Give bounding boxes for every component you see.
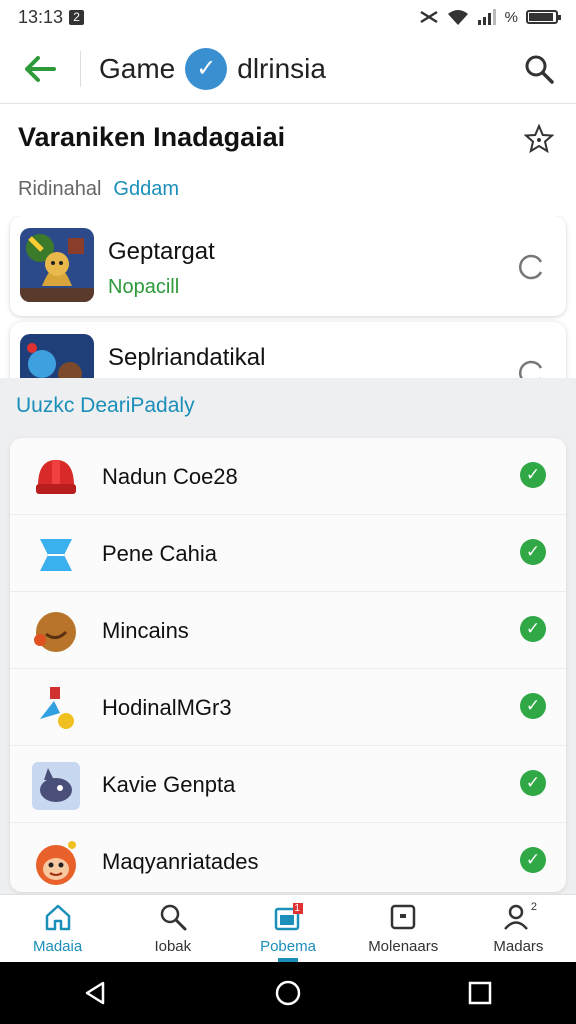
- search-button[interactable]: [522, 52, 556, 86]
- character-icon: [40, 687, 74, 729]
- status-bar: 13:13 2 %: [0, 0, 576, 34]
- system-recents-icon[interactable]: [465, 978, 495, 1008]
- check-icon: ✓: [520, 770, 546, 796]
- nav-label: Madars: [493, 938, 544, 955]
- list-section: Uuzkc DeariPadaly Nadun Coe28 ✓ Pene Cah…: [0, 378, 576, 894]
- list-item-label: Maqyanriatades: [102, 849, 259, 874]
- back-button[interactable]: [0, 34, 80, 104]
- subtabs: Ridinahal Gddam: [18, 178, 179, 201]
- list-item[interactable]: Mincains ✓: [10, 592, 566, 669]
- list-item-label: Pene Cahia: [102, 541, 217, 566]
- game-art-icon: [20, 228, 94, 302]
- game-thumbnail: [20, 334, 94, 378]
- nav-item-profile[interactable]: 2 Madars: [461, 895, 576, 962]
- game-list: Nadun Coe28 ✓ Pene Cahia ✓ Mincains ✓ Ho…: [10, 438, 566, 892]
- nav-label: Madaia: [33, 938, 83, 955]
- system-nav-bar: [0, 962, 576, 1024]
- check-icon: ✓: [520, 693, 546, 719]
- list-item-label: HodinalMGr3: [102, 695, 232, 720]
- system-home-icon[interactable]: [273, 978, 303, 1008]
- subtab-1[interactable]: Ridinahal: [18, 178, 101, 201]
- status-left: 13:13 2: [18, 6, 85, 28]
- search-icon: [525, 55, 554, 84]
- game-thumbnail: [20, 228, 94, 302]
- list-item[interactable]: Nadun Coe28 ✓: [10, 438, 566, 515]
- monkey-icon: [36, 841, 76, 885]
- user-icon: [504, 904, 529, 930]
- verified-check-icon: ✓: [185, 47, 228, 90]
- check-icon: ✓: [520, 616, 546, 642]
- list-item[interactable]: Pene Cahia ✓: [10, 515, 566, 592]
- title-left: Game: [99, 52, 176, 84]
- cookie-face-icon: [34, 612, 76, 652]
- game-card[interactable]: Geptargat Nopacill: [10, 216, 566, 316]
- nav-item-search[interactable]: Iobak: [115, 895, 230, 962]
- card-title: Geptargat: [108, 238, 215, 265]
- featured-cards: Geptargat Nopacill Seplriandatikal: [0, 216, 576, 378]
- nav-item-library[interactable]: Molenaars: [346, 895, 461, 962]
- list-item-label: Kavie Genpta: [102, 772, 236, 797]
- section-title: Varaniken Inadagaiai: [18, 122, 286, 152]
- game-art-icon: [20, 334, 94, 378]
- section-header: Varaniken Inadagaiai Ridinahal Gddam: [0, 104, 576, 216]
- app-bar: Game ✓ dlrinsia: [0, 34, 576, 104]
- nav-item-home[interactable]: Madaia: [0, 895, 115, 962]
- game-card[interactable]: Seplriandatikal: [10, 322, 566, 378]
- check-icon: ✓: [520, 847, 546, 873]
- card-subtitle: Nopacill: [108, 276, 180, 298]
- user-badge: 2: [530, 901, 537, 913]
- loading-icon: [516, 252, 546, 282]
- list-item-label: Mincains: [102, 618, 189, 643]
- signal-icon: [477, 9, 496, 25]
- check-icon: ✓: [520, 539, 546, 565]
- square-dot-icon: [390, 904, 416, 930]
- subtab-2[interactable]: Gddam: [113, 178, 179, 201]
- battery-icon: [526, 10, 561, 24]
- nav-label: Pobema: [260, 938, 316, 955]
- title-right: dlrinsia: [237, 52, 326, 84]
- arrow-left-icon: [25, 55, 56, 82]
- status-time: 13:13: [18, 6, 64, 27]
- page-title: Game ✓ dlrinsia: [99, 47, 326, 90]
- nav-label: Iobak: [154, 938, 192, 955]
- status-percent: %: [504, 8, 518, 26]
- list-item[interactable]: Maqyanriatades ✓: [10, 823, 566, 892]
- home-icon: [45, 904, 70, 931]
- star-icon: [523, 123, 555, 154]
- loading-icon: [516, 358, 546, 378]
- system-back-icon[interactable]: [81, 978, 111, 1008]
- list-item[interactable]: Kavie Genpta ✓: [10, 746, 566, 823]
- nav-label: Molenaars: [368, 938, 439, 955]
- mute-icon: [419, 10, 438, 24]
- status-right: %: [419, 8, 561, 26]
- list-section-title: Uuzkc DeariPadaly: [16, 394, 195, 417]
- card-title: Seplriandatikal: [108, 344, 266, 371]
- nav-item-events[interactable]: 1 Pobema: [230, 895, 345, 962]
- appbar-divider: [80, 50, 81, 87]
- list-item[interactable]: HodinalMGr3 ✓: [10, 669, 566, 746]
- creature-icon: [32, 762, 80, 810]
- nav-badge: 1: [294, 903, 300, 914]
- crystal-icon: [40, 539, 72, 571]
- check-icon: ✓: [520, 462, 546, 488]
- bottom-navigation: Madaia Iobak 1 Pobema Molenaars 2 Madars: [0, 894, 576, 962]
- search-icon: [160, 904, 187, 931]
- favorite-button[interactable]: [523, 123, 555, 154]
- helmet-icon: [36, 460, 76, 494]
- notification-icon: 2: [69, 9, 85, 25]
- wifi-icon: [447, 10, 468, 25]
- list-item-label: Nadun Coe28: [102, 464, 238, 489]
